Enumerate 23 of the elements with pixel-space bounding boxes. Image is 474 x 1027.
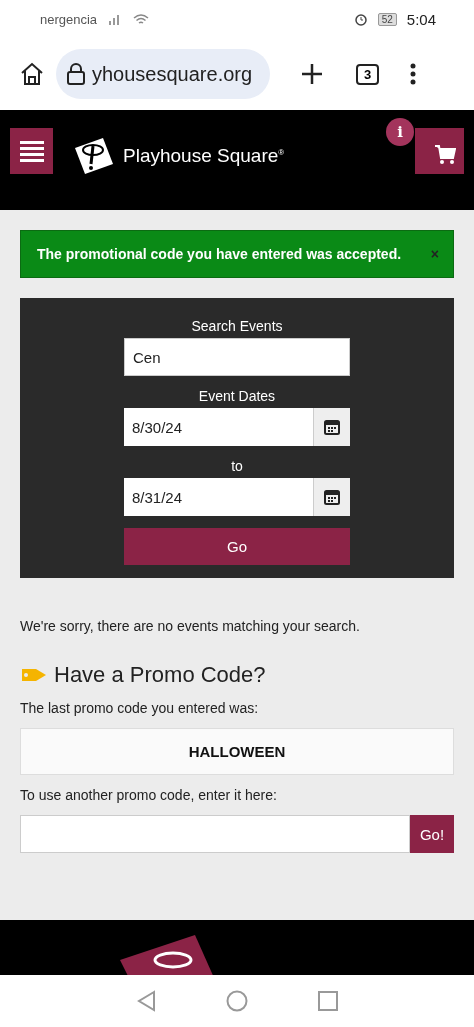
field-label: Event Dates — [198, 388, 276, 406]
info-badge: i — [386, 118, 414, 146]
field-label: Search Events — [191, 318, 283, 336]
last-code-label: The last promo code you entered was: — [20, 700, 260, 716]
address-bar[interactable]: yhousesquare.org — [56, 49, 270, 99]
battery-level: 52 — [377, 12, 397, 26]
carrier-text: nergencia — [40, 11, 98, 27]
no-results-message: We're sorry, there are no events matching your search. — [20, 618, 361, 634]
promo-code: HALLOWEEN — [20, 728, 454, 775]
search-field[interactable]: Cen — [124, 338, 350, 376]
date-field[interactable]: 8/30/24 — [124, 408, 350, 446]
clock-time: 5:04 — [406, 10, 436, 28]
close-button[interactable]: × — [430, 246, 439, 262]
alert-message: The promotional code you have entered was accepted. — [37, 246, 403, 262]
url-text: yhousesquare.org — [92, 62, 253, 86]
apply-button[interactable]: Go! — [410, 815, 454, 853]
new-code-label: To use another promo code, enter it here: — [20, 787, 278, 803]
promo-heading: Have a Promo Code? — [54, 662, 266, 688]
field-label: to — [231, 458, 243, 476]
date-field[interactable]: 8/31/24 — [124, 478, 350, 516]
tab-count[interactable]: 3 — [356, 63, 380, 85]
go-button[interactable]: Go — [124, 528, 350, 565]
brand-name[interactable]: Playhouse Square$^{®}$ — [123, 145, 285, 167]
